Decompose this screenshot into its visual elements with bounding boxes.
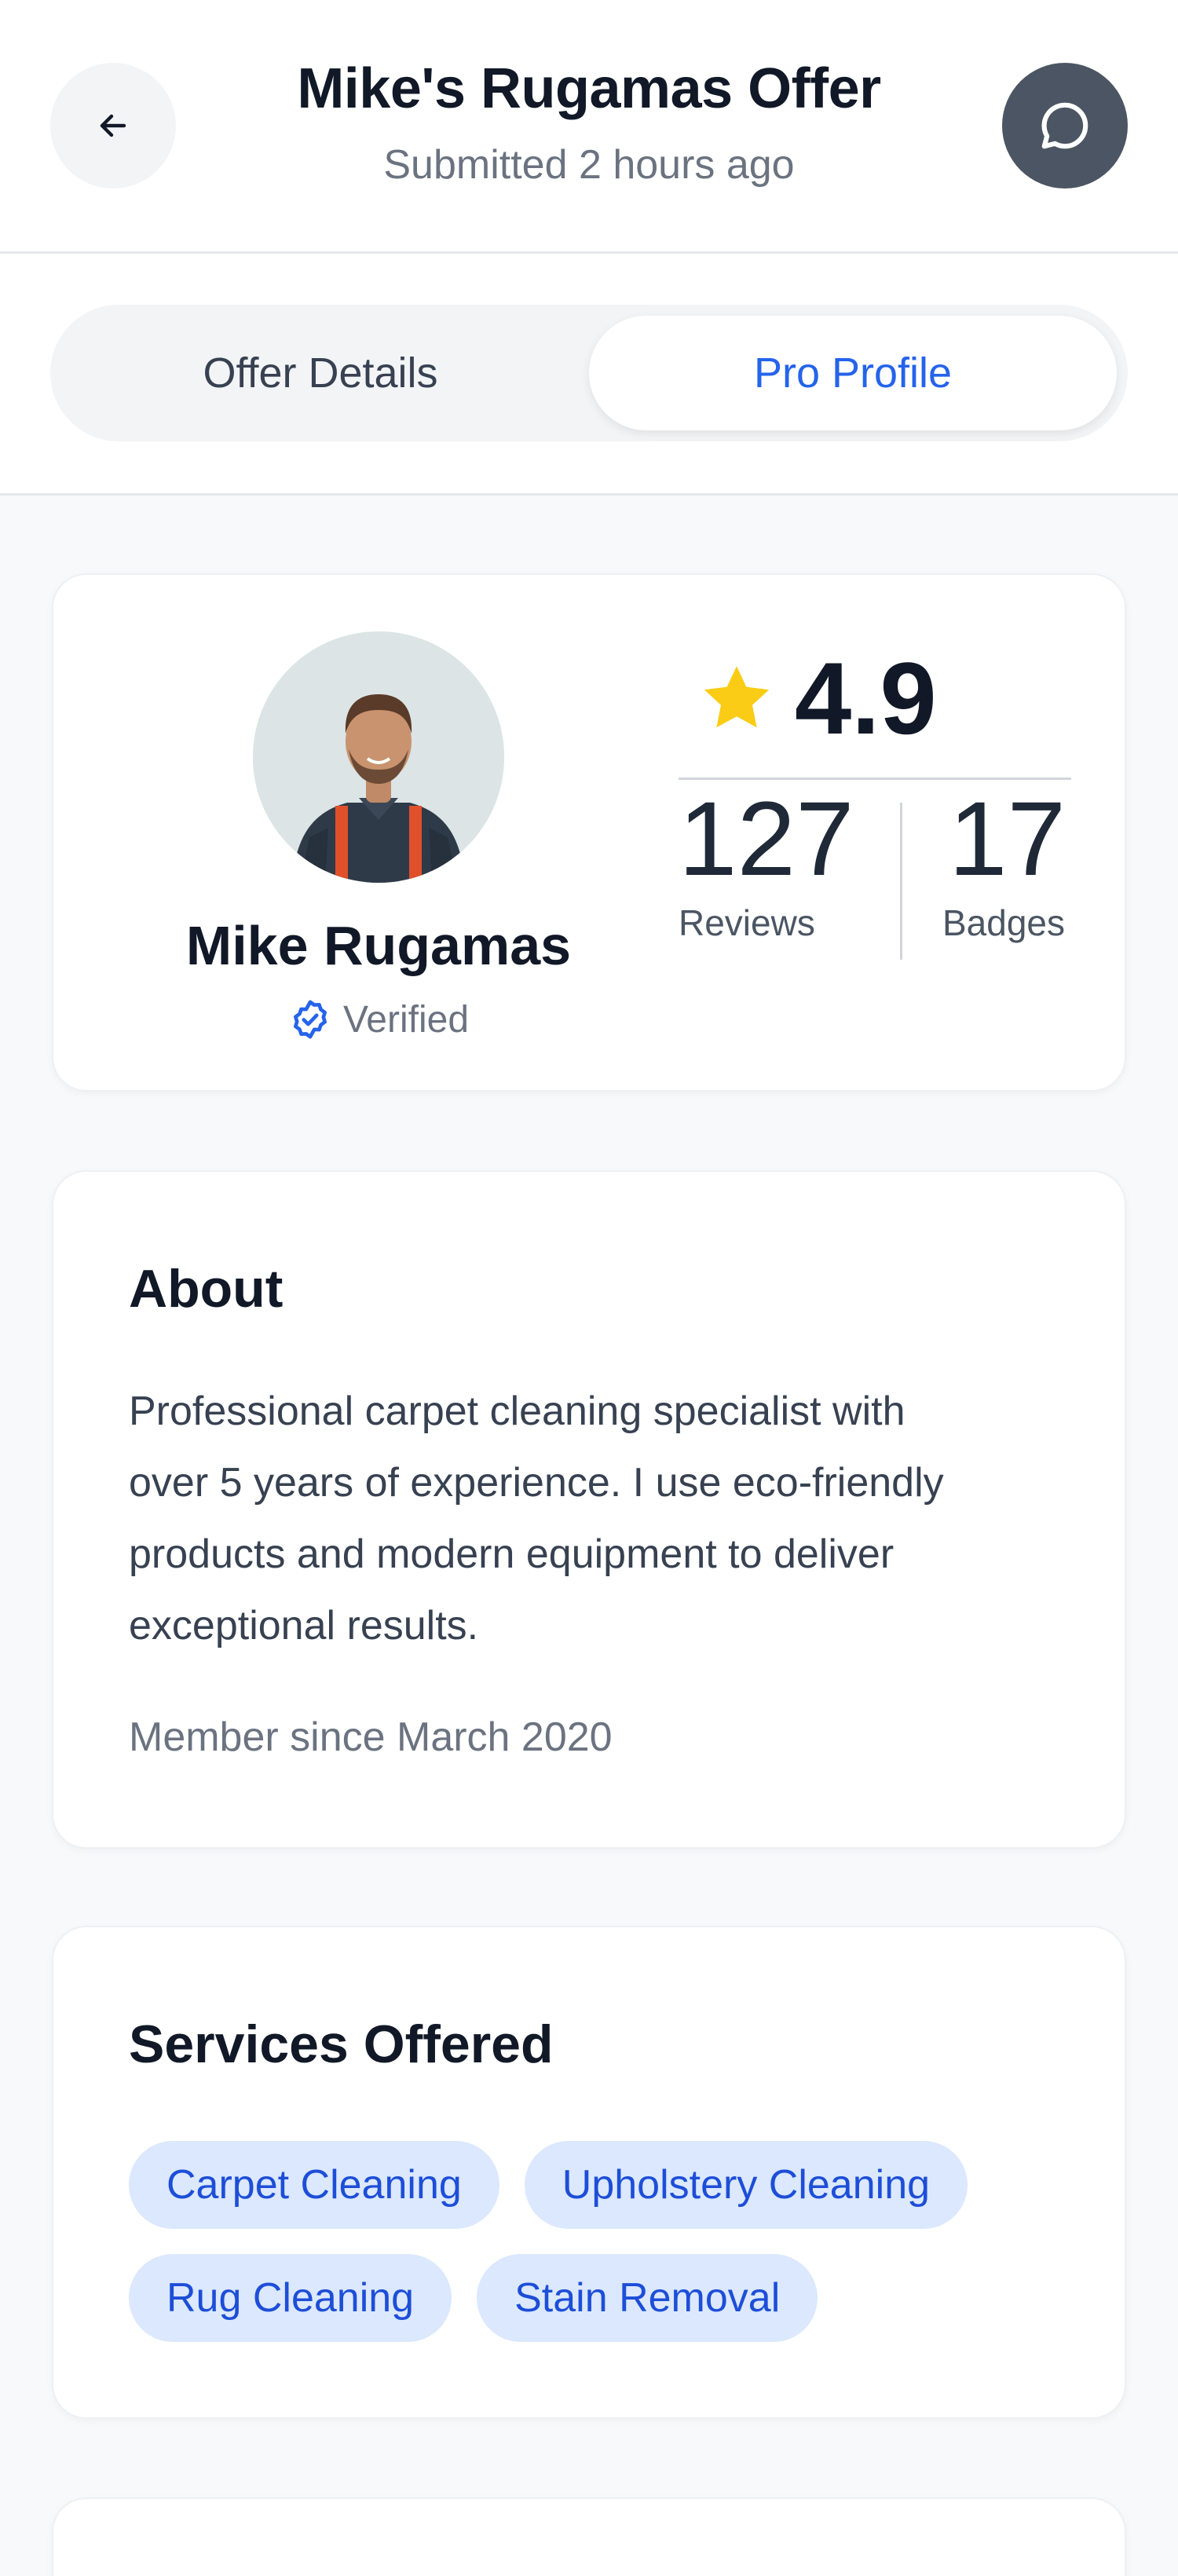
stats-divider-horizontal xyxy=(679,778,1071,780)
services-chips: Carpet Cleaning Upholstery Cleaning Rug … xyxy=(129,2141,1087,2342)
avatar xyxy=(253,631,504,883)
chat-button[interactable] xyxy=(1002,63,1128,188)
badges-count: 17 xyxy=(949,781,1066,898)
page-title: Mike's Rugamas Offer xyxy=(297,57,881,120)
pro-name: Mike Rugamas xyxy=(185,915,572,976)
star-icon xyxy=(704,666,770,728)
about-card: About Professional carpet cleaning speci… xyxy=(52,1170,1126,1849)
about-heading: About xyxy=(129,1259,284,1319)
tab-bar: Offer Details Pro Profile xyxy=(50,305,1128,441)
header: Mike's Rugamas Offer Submitted 2 hours a… xyxy=(0,0,1178,254)
tabs-divider xyxy=(0,493,1178,496)
reviews-label: Reviews xyxy=(679,902,815,943)
service-chip: Upholstery Cleaning xyxy=(524,2141,968,2229)
next-card xyxy=(52,2497,1126,2576)
submitted-time: Submitted 2 hours ago xyxy=(383,142,795,188)
about-line: exceptional results. xyxy=(129,1603,479,1648)
tab-pro-profile[interactable]: Pro Profile xyxy=(589,316,1117,430)
service-chip: Carpet Cleaning xyxy=(129,2141,499,2229)
about-line: products and modern equipment to deliver xyxy=(129,1531,894,1577)
verified-badge: Verified xyxy=(132,997,625,1041)
rating-value: 4.9 xyxy=(795,641,937,756)
services-heading: Services Offered xyxy=(129,2014,554,2074)
about-line: over 5 years of experience. I use eco-fr… xyxy=(129,1460,944,1506)
stats-divider-vertical xyxy=(900,803,902,960)
about-line: Professional carpet cleaning specialist … xyxy=(129,1389,905,1434)
chat-bubble-icon xyxy=(1041,102,1088,149)
about-text: Professional carpet cleaning specialist … xyxy=(129,1376,1071,1662)
profile-card: Mike Rugamas Verified 4.9 127 Reviews 17… xyxy=(52,573,1126,1092)
rating: 4.9 xyxy=(699,647,937,749)
member-since: Member since March 2020 xyxy=(129,1714,613,1760)
tab-offer-details[interactable]: Offer Details xyxy=(61,316,580,430)
verified-check-icon xyxy=(293,1000,327,1039)
services-card: Services Offered Carpet Cleaning Upholst… xyxy=(52,1926,1126,2419)
service-chip: Rug Cleaning xyxy=(129,2254,452,2342)
verified-label: Verified xyxy=(342,998,470,1041)
badges-label: Badges xyxy=(942,902,1066,943)
service-chip: Stain Removal xyxy=(477,2254,818,2342)
reviews-count: 127 xyxy=(679,781,854,898)
tabs-area: Offer Details Pro Profile xyxy=(0,254,1178,493)
